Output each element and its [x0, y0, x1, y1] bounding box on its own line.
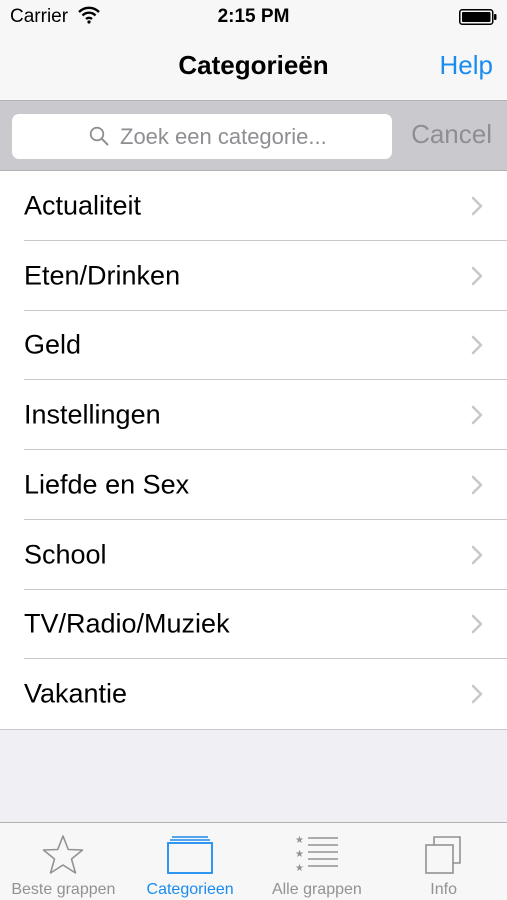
- list-item-label: School: [24, 539, 107, 570]
- list-item-label: Liefde en Sex: [24, 469, 190, 500]
- list-item-instellingen[interactable]: Instellingen: [0, 380, 507, 450]
- tab-label: Info: [430, 881, 457, 898]
- category-list: Actualiteit Eten/Drinken Geld Instelling…: [0, 171, 507, 730]
- list-item-liefde-en-sex[interactable]: Liefde en Sex: [0, 450, 507, 520]
- star-icon: [43, 835, 84, 874]
- tab-bar: Beste grappen Categorieen ★ ★ ★ Alle gra…: [0, 822, 507, 900]
- list-item-label: TV/Radio/Muziek: [24, 608, 230, 639]
- list-item-label: Eten/Drinken: [24, 260, 181, 291]
- list-item-label: Geld: [24, 329, 82, 360]
- search-input[interactable]: Zoek een categorie...: [12, 114, 392, 159]
- help-button[interactable]: Help: [440, 50, 493, 81]
- chevron-right-icon: [471, 266, 483, 285]
- list-item-label: Vakantie: [24, 678, 128, 709]
- tab-label: Categorieen: [146, 881, 234, 898]
- tab-alle-grappen[interactable]: ★ ★ ★ Alle grappen: [254, 823, 381, 900]
- cancel-button[interactable]: Cancel: [411, 119, 492, 150]
- chevron-right-icon: [471, 615, 483, 634]
- folder-icon: [167, 836, 214, 874]
- list-item-vakantie[interactable]: Vakantie: [0, 659, 507, 729]
- chevron-right-icon: [471, 336, 483, 355]
- svg-text:★: ★: [295, 863, 304, 874]
- svg-text:★: ★: [295, 849, 304, 860]
- search-placeholder: Zoek een categorie...: [120, 124, 327, 149]
- tab-categorieen[interactable]: Categorieen: [127, 823, 254, 900]
- search-bar: Zoek een categorie... Cancel: [0, 101, 507, 171]
- status-bar: Carrier 2:15 PM: [0, 0, 507, 34]
- tab-label: Alle grappen: [271, 881, 362, 898]
- list-item-actualiteit[interactable]: Actualiteit: [0, 171, 507, 241]
- status-time: 2:15 PM: [217, 6, 290, 27]
- navigation-bar: Categorieën Help: [0, 34, 507, 101]
- list-item-school[interactable]: School: [0, 520, 507, 590]
- page-title: Categorieën: [178, 50, 329, 80]
- list-item-label: Actualiteit: [24, 190, 142, 221]
- list-item-geld[interactable]: Geld: [0, 311, 507, 381]
- star-list-icon: ★ ★ ★: [295, 835, 338, 874]
- list-item-eten-drinken[interactable]: Eten/Drinken: [0, 241, 507, 311]
- search-icon: [89, 126, 109, 146]
- svg-text:★: ★: [295, 835, 304, 846]
- tab-beste-grappen[interactable]: Beste grappen: [0, 823, 127, 900]
- copy-icon: [424, 836, 461, 874]
- list-item-label: Instellingen: [24, 399, 161, 430]
- list-item-tv-radio-muziek[interactable]: TV/Radio/Muziek: [0, 590, 507, 660]
- chevron-right-icon: [471, 545, 483, 564]
- tab-info[interactable]: Info: [380, 823, 507, 900]
- chevron-right-icon: [471, 196, 483, 216]
- chevron-right-icon: [471, 405, 483, 425]
- chevron-right-icon: [471, 684, 483, 704]
- battery-icon: [459, 9, 497, 25]
- tab-label: Beste grappen: [11, 881, 116, 898]
- chevron-right-icon: [471, 475, 483, 495]
